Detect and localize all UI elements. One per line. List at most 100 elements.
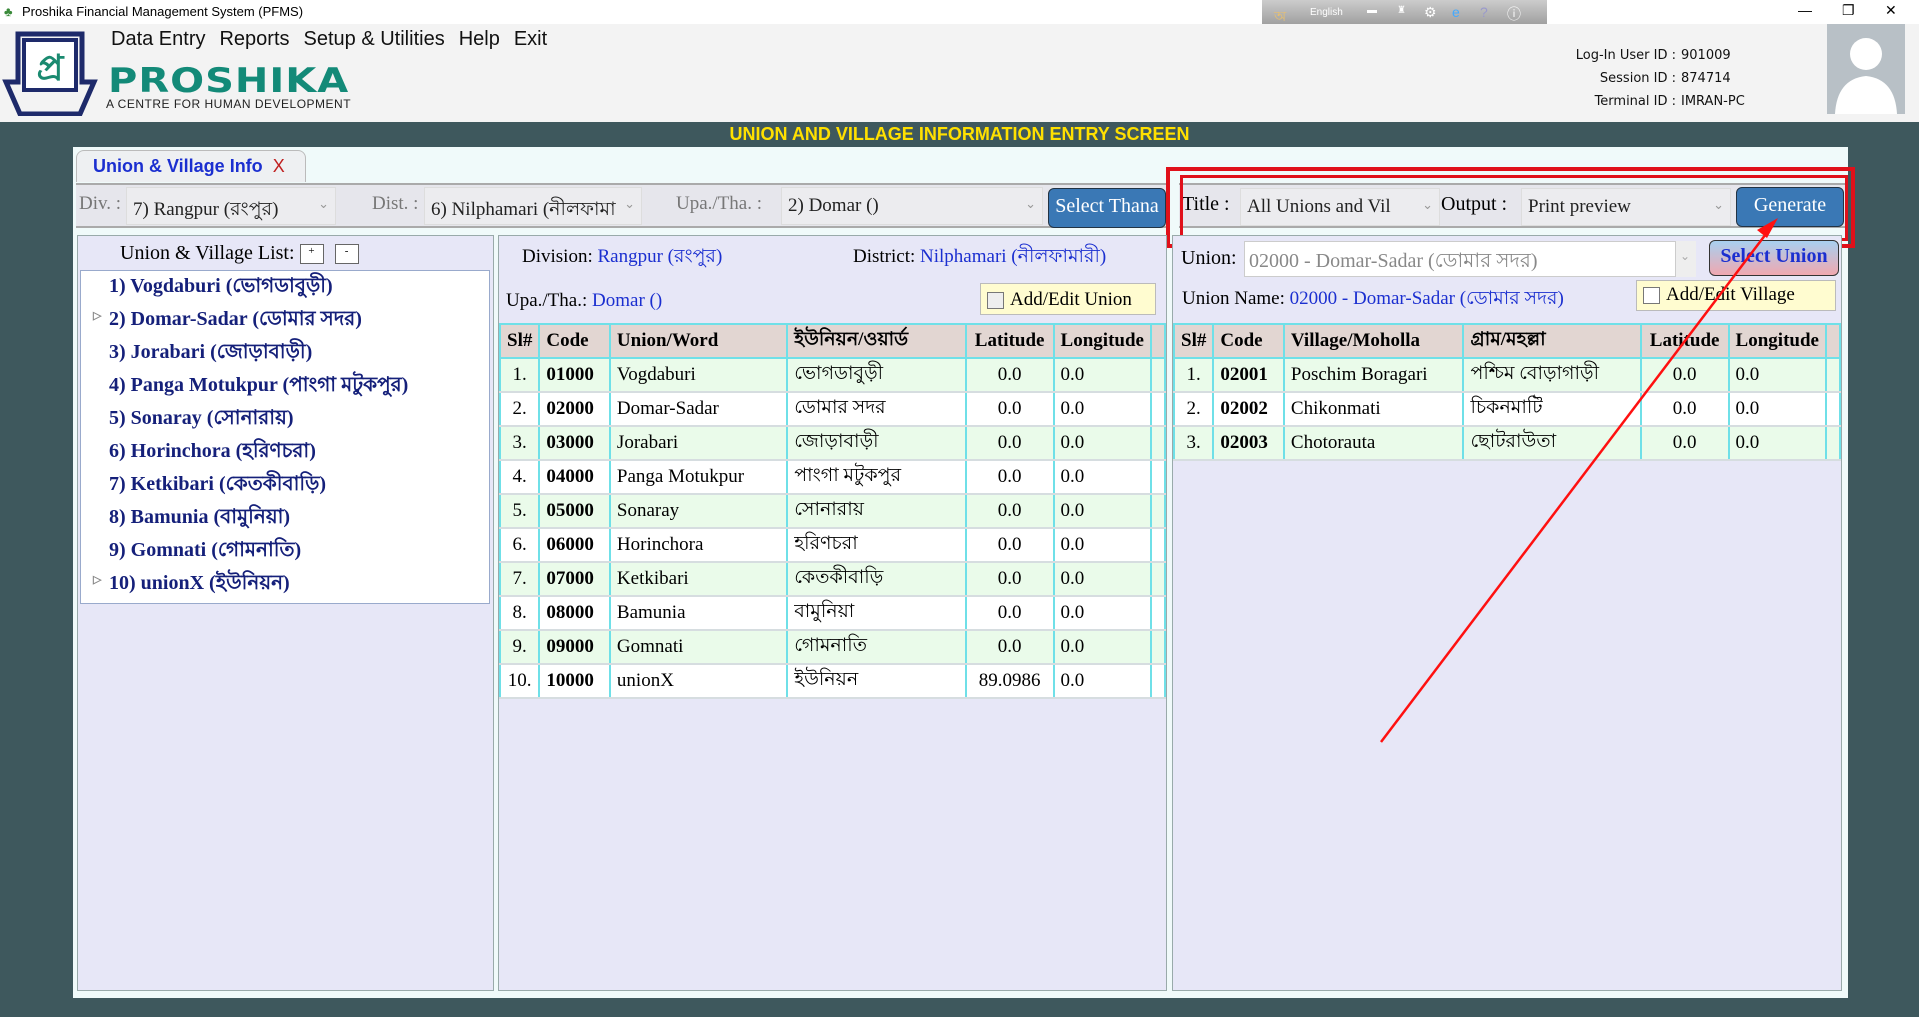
help-icon[interactable]: ?	[1480, 4, 1488, 20]
column-header[interactable]: Longitude	[1052, 323, 1153, 359]
table-row[interactable]: 4. 04000 Panga Motukpur পাংগা মটুকপুর 0.0 0.0	[498, 460, 1166, 495]
table-cell: 0.0	[964, 494, 1055, 529]
tree-item[interactable]: 7) Ketkibari (কেতকীবাড়ি)	[81, 469, 489, 502]
maximize-button[interactable]: ❐	[1842, 2, 1855, 19]
close-button[interactable]: ✕	[1885, 2, 1897, 19]
table-cell: 4.	[498, 460, 541, 495]
table-row[interactable]: 1. 01000 Vogdaburi ভোগডাবুড়ী 0.0 0.0	[498, 358, 1166, 393]
table-cell: Sonaray	[608, 494, 789, 529]
table-cell: 0.0	[964, 528, 1055, 563]
table-cell: ইউনিয়ন	[786, 664, 967, 699]
tree-item[interactable]: 9) Gomnati (গোমনাতি)	[81, 535, 489, 568]
tree-item[interactable]: 1) Vogdaburi (ভোগডাবুড়ী)	[81, 271, 489, 304]
menu-help[interactable]: Help	[459, 28, 500, 50]
table-cell: 0.0	[964, 596, 1055, 631]
district-select[interactable]: 6) Nilphamari (নীলফামা ⌄	[424, 187, 642, 225]
menu-setup-utilities[interactable]: Setup & Utilities	[304, 28, 445, 50]
tree-item[interactable]: ▷ 2) Domar-Sadar (ডোমার সদর)	[81, 304, 489, 337]
table-cell: 02002	[1212, 392, 1285, 427]
column-header[interactable]: Latitude	[964, 323, 1055, 359]
table-row[interactable]: 9. 09000 Gomnati গোমনাতি 0.0 0.0	[498, 630, 1166, 665]
table-cell: ভোগডাবুড়ী	[786, 358, 967, 393]
browser-icon[interactable]: e	[1452, 4, 1460, 20]
tree-item[interactable]: 3) Jorabari (জোড়াবাড়ী)	[81, 337, 489, 370]
table-row[interactable]: 2. 02000 Domar-Sadar ডোমার সদর 0.0 0.0	[498, 392, 1166, 427]
tree-item[interactable]: ▷ 10) unionX (ইউনিয়ন)	[81, 568, 489, 601]
table-row[interactable]: 7. 07000 Ketkibari কেতকীবাড়ি 0.0 0.0	[498, 562, 1166, 597]
column-header[interactable]: Sl#	[1172, 323, 1215, 359]
info-icon[interactable]: ⓘ	[1507, 4, 1521, 24]
keyboard-icon[interactable]: ▬	[1367, 5, 1377, 16]
tab-close-button[interactable]: X	[273, 156, 285, 176]
upazila-info: Upa./Tha.: Domar ()	[506, 290, 662, 312]
upazila-select[interactable]: 2) Domar () ⌄	[781, 187, 1043, 225]
app-header: প্র Data Entry Reports Setup & Utilities He…	[0, 24, 1919, 122]
tab-union-village-info[interactable]: Union & Village Info X	[76, 150, 306, 182]
highlight-box-inner	[1180, 175, 1848, 241]
table-cell: 3.	[498, 426, 541, 461]
user-avatar	[1827, 24, 1905, 114]
checkbox-icon[interactable]	[1643, 287, 1660, 305]
table-cell: 0.0	[964, 426, 1055, 461]
checkbox-icon[interactable]	[987, 292, 1004, 310]
column-header[interactable]: Latitude	[1639, 323, 1730, 359]
select-union-button[interactable]: Select Union	[1709, 240, 1839, 276]
collapse-all-button[interactable]: -	[334, 244, 359, 265]
add-edit-union-checkbox[interactable]: Add/Edit Union	[980, 283, 1156, 315]
column-header[interactable]: Sl#	[498, 323, 541, 359]
menu-reports[interactable]: Reports	[219, 28, 289, 50]
table-cell: 0.0	[1052, 358, 1153, 393]
menu-exit[interactable]: Exit	[514, 28, 547, 50]
table-row[interactable]: 2. 02002 Chikonmati চিকনমাটি 0.0 0.0	[1172, 392, 1841, 427]
tree-item-label: 8) Bamunia (বামুনিয়া)	[109, 506, 291, 528]
table-row[interactable]: 6. 06000 Horinchora হরিণচরা 0.0 0.0	[498, 528, 1166, 563]
column-header[interactable]: Longitude	[1727, 323, 1828, 359]
table-row[interactable]: 10. 10000 unionX ইউনিয়ন 89.0986 0.0	[498, 664, 1166, 699]
tree-item-label: 7) Ketkibari (কেতকীবাড়ি)	[109, 473, 327, 495]
table-row[interactable]: 8. 08000 Bamunia বামুনিয়া 0.0 0.0	[498, 596, 1166, 631]
table-cell: ছোটরাউতা	[1462, 426, 1642, 461]
column-header[interactable]: Code	[538, 323, 611, 359]
table-cell: Bamunia	[608, 596, 789, 631]
union-label: Union:	[1181, 247, 1237, 269]
table-cell: 02003	[1212, 426, 1285, 461]
settings-icon[interactable]: ⚙	[1424, 4, 1437, 21]
screen-title: UNION AND VILLAGE INFORMATION ENTRY SCRE…	[729, 124, 1190, 144]
table-cell: 0.0	[1052, 630, 1153, 665]
language-selector[interactable]: English	[1310, 7, 1343, 18]
column-header[interactable]: Code	[1212, 323, 1285, 359]
table-row[interactable]: 5. 05000 Sonaray সোনারায় 0.0 0.0	[498, 494, 1166, 529]
district-value: 6) Nilphamari (নীলফামা	[431, 199, 616, 220]
table-cell: 2.	[498, 392, 541, 427]
minimize-button[interactable]: —	[1798, 2, 1812, 18]
tree-item[interactable]: 4) Panga Motukpur (পাংগা মটুকপুর)	[81, 370, 489, 403]
table-cell: চিকনমাটি	[1462, 392, 1642, 427]
chevron-down-icon[interactable]: ⌄	[1676, 241, 1696, 277]
tree-item[interactable]: 5) Sonaray (সোনারায়)	[81, 403, 489, 436]
table-cell: unionX	[608, 664, 789, 699]
tree-item[interactable]: 8) Bamunia (বামুনিয়া)	[81, 502, 489, 535]
menu-data-entry[interactable]: Data Entry	[111, 28, 205, 50]
division-select[interactable]: 7) Rangpur (রংপুর) ⌄	[126, 187, 336, 225]
table-cell: 0.0	[1727, 426, 1828, 461]
table-row[interactable]: 3. 03000 Jorabari জোড়াবাড়ী 0.0 0.0	[498, 426, 1166, 461]
select-thana-button[interactable]: Select Thana	[1048, 188, 1166, 228]
column-header[interactable]: Village/Moholla	[1282, 323, 1465, 359]
table-row[interactable]: 3. 02003 Chotorauta ছোটরাউতা 0.0 0.0	[1172, 426, 1841, 461]
expand-arrow-icon[interactable]: ▷	[93, 573, 101, 586]
column-header[interactable]: Union/Word	[608, 323, 789, 359]
tool-icon[interactable]: ♜	[1397, 5, 1406, 16]
session-id-value: 874714	[1681, 71, 1731, 86]
column-header[interactable]: গ্রাম/মহল্লা	[1462, 323, 1642, 359]
table-cell: 0.0	[1639, 358, 1730, 393]
table-cell: Domar-Sadar	[608, 392, 789, 427]
union-select[interactable]: 02000 - Domar-Sadar (ডোমার সদর)	[1244, 241, 1676, 277]
division-label: Div. :	[79, 193, 122, 214]
table-row[interactable]: 1. 02001 Poschim Boragari পশ্চিম বোড়াগাড়ী…	[1172, 358, 1841, 393]
table-cell: 8.	[498, 596, 541, 631]
expand-arrow-icon[interactable]: ▷	[93, 309, 101, 322]
column-header[interactable]: ইউনিয়ন/ওয়ার্ড	[786, 323, 967, 359]
add-edit-village-checkbox[interactable]: Add/Edit Village	[1636, 280, 1836, 311]
expand-all-button[interactable]: +	[299, 244, 324, 265]
tree-item[interactable]: 6) Horinchora (হরিণচরা)	[81, 436, 489, 469]
